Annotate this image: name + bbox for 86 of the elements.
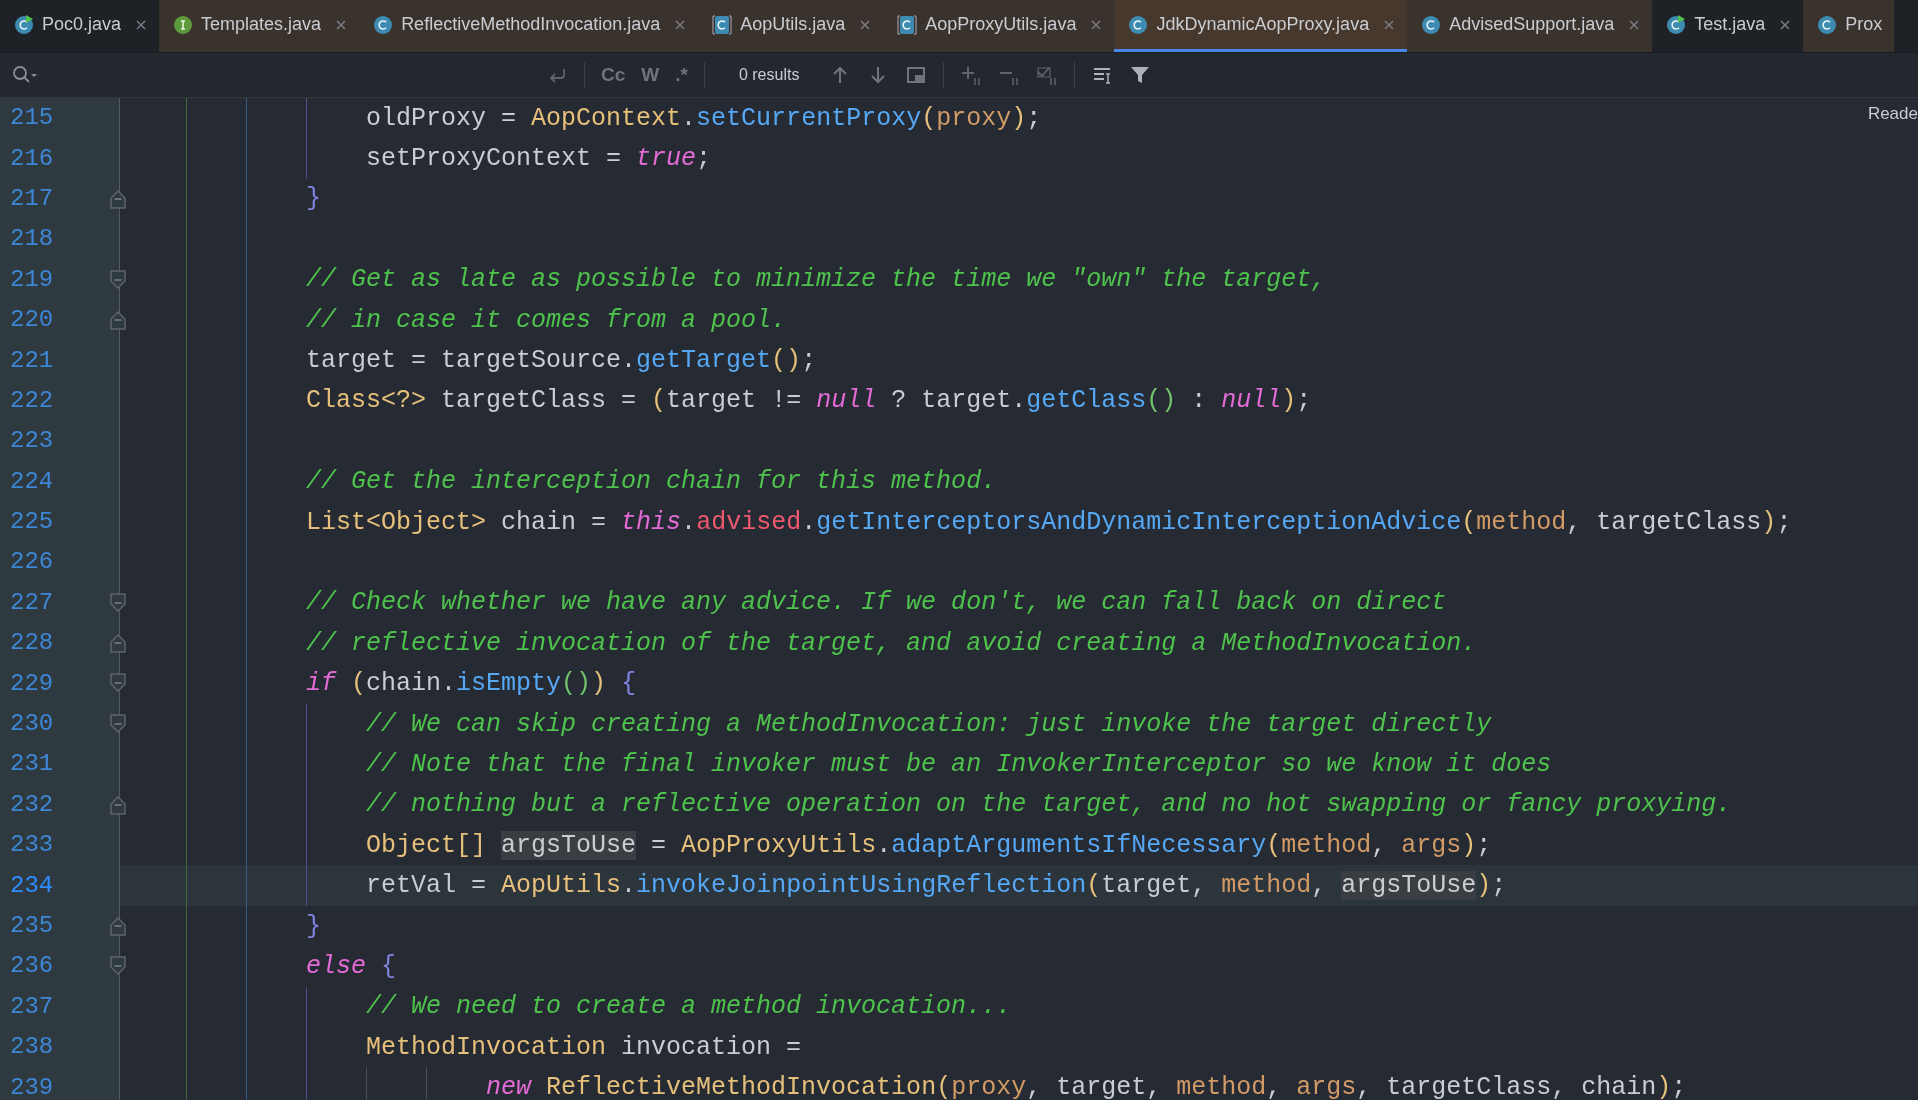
line-number: 216 [10, 146, 54, 171]
line-number: 229 [10, 671, 54, 696]
line-number: 219 [10, 267, 54, 292]
code-line: MethodInvocation invocation = [365, 1034, 802, 1060]
close-icon[interactable] [1779, 18, 1792, 31]
close-icon[interactable] [1383, 18, 1396, 31]
close-icon[interactable] [859, 18, 872, 31]
reader-mode-link[interactable]: Reade [1867, 104, 1918, 124]
line-number: 235 [10, 914, 54, 938]
close-icon[interactable] [335, 18, 348, 31]
class-icon [712, 14, 733, 35]
line-number: 230 [10, 712, 54, 737]
code-line: setProxyContext = true; [365, 146, 712, 172]
search-icon[interactable] [12, 65, 38, 85]
close-icon[interactable] [674, 18, 687, 31]
line-number: 224 [10, 469, 54, 494]
code-line: if (chain.isEmpty()) { [305, 671, 637, 697]
line-number: 236 [10, 954, 54, 979]
editor-tab[interactable]: Templates.java [159, 0, 360, 52]
code-line: } [305, 913, 322, 939]
code-line: target = targetSource.getTarget(); [305, 348, 817, 374]
interface-icon [173, 14, 194, 35]
class-run-icon [1666, 14, 1687, 35]
line-number: 220 [10, 308, 54, 333]
code-line: // Get the interception chain for this method. [305, 469, 997, 495]
fold-icon[interactable] [110, 592, 126, 613]
line-number: 215 [10, 106, 54, 131]
class-icon [1817, 14, 1838, 35]
window-icon[interactable] [905, 64, 928, 86]
results-count: 0 results [737, 66, 801, 84]
fold-icon[interactable] [110, 713, 126, 734]
line-number: 227 [10, 590, 54, 615]
code-line: // Get as late as possible to minimize the time we "own" the target, [305, 267, 1327, 293]
class-icon [1421, 14, 1442, 35]
editor-tab[interactable]: ReflectiveMethodInvocation.java [359, 0, 699, 52]
line-number: 222 [10, 388, 54, 413]
line-number: 225 [10, 510, 54, 535]
line-number: 239 [10, 1075, 54, 1100]
line-number: 226 [10, 550, 54, 575]
add-occurrence-icon[interactable] [960, 64, 983, 86]
code-line: retVal = AopUtils.invokeJoinpointUsingReflection(target, method, argsToUse); [365, 873, 1507, 899]
code-line: // Check whether we have any advice. If we don't, we can fall back on direct [305, 590, 1447, 616]
fold-icon[interactable] [110, 269, 126, 290]
code-line: // We need to create a method invocation... [365, 994, 1012, 1020]
class-icon [1128, 14, 1149, 35]
line-number: 221 [10, 348, 54, 373]
editor-tab[interactable]: Prox [1803, 0, 1895, 52]
code-line: List<Object> chain = this.advised.getInterceptorsAndDynamicInterceptionAdvice(method, targetClass); [305, 509, 1792, 535]
code-line: Object[] argsToUse = AopProxyUtils.adaptArgumentsIfNecessary(method, args); [365, 832, 1492, 858]
line-number: 238 [10, 1035, 54, 1060]
class-icon [897, 14, 918, 35]
code-line: // reflective invocation of the target, and avoid creating a MethodInvocation. [305, 630, 1477, 656]
code-line: else { [305, 953, 397, 979]
fold-icon[interactable] [110, 673, 126, 694]
editor-tab[interactable]: AdvisedSupport.java [1407, 0, 1653, 52]
fold-icon[interactable] [110, 956, 126, 977]
close-icon[interactable] [1090, 18, 1103, 31]
class-run-icon [14, 14, 34, 35]
close-icon[interactable] [1628, 18, 1641, 31]
line-number: 231 [10, 752, 54, 777]
line-number: 228 [10, 631, 54, 656]
editor-tab[interactable]: Test.java [1652, 0, 1804, 52]
line-number: 234 [10, 873, 54, 898]
code-line: } [305, 186, 322, 212]
line-number: 223 [10, 429, 54, 454]
editor-tab[interactable]: JdkDynamicAopProxy.java [1114, 0, 1408, 52]
code-line: // Note that the final invoker must be an InvokerInterceptor so we know it does [365, 751, 1552, 777]
code-line: // in case it comes from a pool. [305, 307, 787, 333]
code-line: oldProxy = AopContext.setCurrentProxy(proxy); [365, 105, 1042, 131]
line-number: 233 [10, 833, 54, 858]
class-icon [373, 14, 394, 35]
fold-icon[interactable] [110, 633, 126, 654]
line-number: 237 [10, 994, 54, 1019]
editor-tab[interactable]: Poc0.java [0, 0, 160, 52]
editor-tab[interactable]: AopUtils.java [698, 0, 884, 52]
code-line: new ReflectiveMethodInvocation(proxy, target, method, args, targetClass, chain); [485, 1075, 1687, 1100]
line-number: 232 [10, 792, 54, 817]
close-icon[interactable] [135, 18, 148, 31]
line-number: 217 [10, 186, 54, 211]
code-line: // We can skip creating a MethodInvocation: just invoke the target directly [365, 711, 1492, 737]
select-all-icon[interactable] [1036, 64, 1059, 86]
editor-tab[interactable]: AopProxyUtils.java [883, 0, 1115, 52]
code-line: Class<?> targetClass = (target != null ? target.getClass() : null); [305, 388, 1312, 414]
line-number: 218 [10, 227, 54, 252]
filter-icon[interactable] [1129, 64, 1152, 86]
code-line: // nothing but a reflective operation on the target, and no hot swapping or fancy proxying. [365, 792, 1732, 818]
